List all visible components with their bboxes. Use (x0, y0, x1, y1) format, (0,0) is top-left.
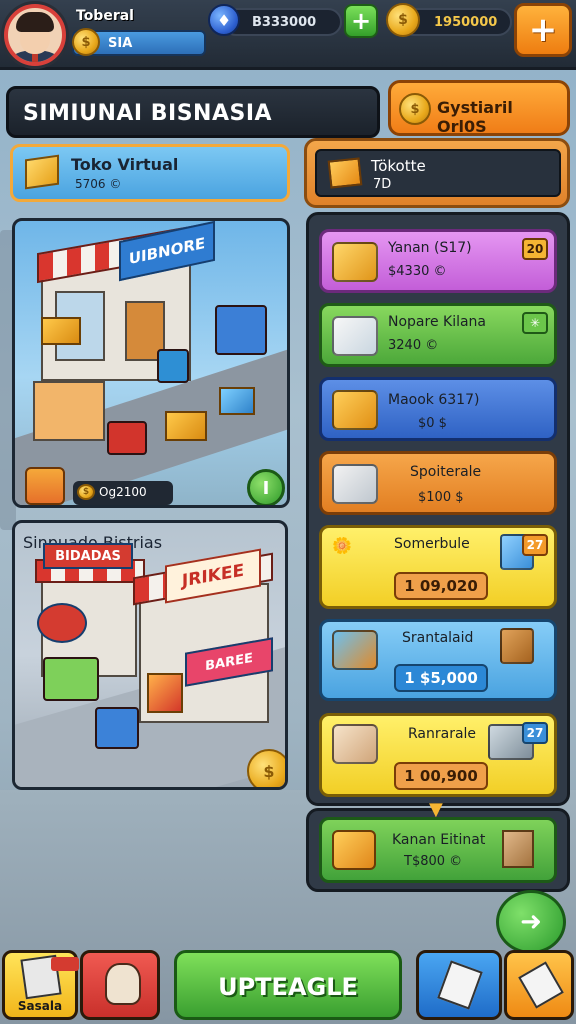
crate (41, 317, 81, 345)
item-name: Spoiterale (410, 464, 482, 480)
store-scene-2[interactable]: Sinpuado Bistrias BIDADAS JRIKEE BAREE $ (12, 520, 288, 790)
item-price: $4330 © (388, 264, 447, 279)
display-stand (157, 349, 189, 383)
scene-tag-value: Og2100 (99, 485, 147, 499)
item-badge: 27 (522, 722, 548, 744)
small-kiosk (33, 381, 105, 441)
item-name: Somerbule (394, 536, 470, 552)
nav-character-button[interactable] (80, 950, 160, 1020)
item-name: Ranrarale (408, 726, 477, 742)
shop-sign: BIDADAS (43, 543, 133, 569)
nav-tools-button[interactable] (416, 950, 502, 1020)
item-price: 1 09,020 (394, 572, 488, 600)
scene-round-button[interactable]: I (247, 469, 285, 505)
list-item[interactable]: Srantalaid 1 $5,000 (319, 619, 557, 701)
list-item[interactable]: 🌼 Somerbule 27 1 09,020 (319, 525, 557, 609)
gold-box-icon (25, 154, 59, 190)
item-badge: 20 (522, 238, 548, 260)
item-price: $100 $ (418, 490, 464, 505)
store-card-tokotte[interactable]: Tökotte 7D (304, 138, 570, 208)
level-value: SIA (108, 36, 133, 51)
level-coin-icon: $ (72, 28, 100, 56)
player-avatar[interactable] (4, 4, 66, 66)
blue-van (95, 707, 139, 749)
character-icon (105, 963, 141, 1005)
arrow-down-icon: ▼ (429, 799, 443, 820)
player-name: Toberal (76, 8, 134, 24)
coin-icon: $ (77, 484, 95, 500)
green-van (43, 657, 99, 701)
item-list-panel: Yanan (S17) $4330 © 20 Nopare Kilana 324… (306, 212, 570, 806)
barrel (147, 673, 183, 713)
bag-icon (502, 830, 534, 868)
list-item[interactable]: Maook 6317) $0 $ (319, 377, 557, 441)
item-price: 1 $5,000 (394, 664, 488, 692)
list-item[interactable]: Ranrarale 27 1 00,900 (319, 713, 557, 797)
item-price: $0 $ (418, 416, 447, 431)
game-title: SIMIUNAI BISNASIA (23, 101, 273, 126)
gem-icon: ♦ (208, 4, 240, 36)
item-price: 1 00,900 (394, 762, 488, 790)
upgrade-button[interactable]: UPTEAGLE (174, 950, 402, 1020)
coins-value: 1950000 (434, 15, 498, 30)
gems-value: B333000 (252, 15, 317, 30)
tool-icon (332, 630, 378, 670)
paper-icon (437, 960, 483, 1010)
coin-icon[interactable]: $ (247, 749, 285, 787)
list-item[interactable]: Nopare Kilana 3240 © ✳ (319, 303, 557, 367)
item-badge: 27 (522, 534, 548, 556)
box-icon (332, 242, 378, 282)
item-name: Nopare Kilana (388, 314, 487, 330)
package-icon (332, 316, 378, 356)
item-name: Kanan Eitinat (392, 832, 486, 848)
store-name: Toko Virtual (71, 155, 179, 174)
share-button[interactable]: ➜ (496, 890, 566, 954)
nav-label: Sasala (17, 999, 63, 1013)
gift-icon[interactable] (25, 467, 65, 505)
nav-build-button[interactable] (504, 950, 574, 1020)
shop-icon (332, 724, 378, 764)
bottom-item-card[interactable]: ▼ Kanan Eitinat T$800 © (306, 799, 570, 892)
nav-sasala-button[interactable]: Sasala (2, 950, 79, 1020)
store-name: Tökotte (371, 157, 426, 175)
red-van (107, 421, 147, 455)
bottom-nav: Sasala UPTEAGLE (0, 948, 576, 1024)
list-item[interactable]: Yanan (S17) $4330 © 20 (319, 229, 557, 293)
gems-counter: B333000 (222, 8, 342, 36)
gold-box-icon (332, 390, 378, 430)
coin-icon: $ (399, 93, 431, 125)
orange-action-label: Gystiaril Orl0S (437, 98, 513, 136)
crate (219, 387, 255, 415)
upgrade-label: UPTEAGLE (218, 973, 358, 1001)
store-subtext: 7D (373, 177, 392, 192)
item-name: Srantalaid (402, 630, 474, 646)
store-subtext: 5706 © (75, 177, 122, 191)
item-badge: ✳ (522, 312, 548, 334)
flower-icon: 🌼 (332, 536, 352, 555)
box-icon (327, 157, 363, 189)
crate (165, 411, 207, 441)
top-bar: Toberal SIA $ B333000 ♦ + 1950000 $ + (0, 0, 576, 70)
add-coins-button[interactable]: + (514, 3, 572, 57)
shop-icon (332, 830, 376, 870)
cabinet-icon (500, 628, 534, 664)
coin-icon: $ (386, 3, 420, 37)
gear-icon (332, 464, 378, 504)
list-item[interactable]: Spoiterale $100 $ (319, 451, 557, 515)
item-name: Yanan (S17) (388, 240, 472, 256)
game-title-banner: SIMIUNAI BISNASIA (6, 86, 380, 138)
badge-icon (51, 957, 79, 971)
item-price: T$800 © (404, 854, 463, 869)
item-name: Maook 6317) (388, 392, 480, 408)
add-gems-button[interactable]: + (344, 4, 378, 38)
store-card-virtual[interactable]: Toko Virtual 5706 © (10, 144, 290, 202)
orange-action-button[interactable]: $ Gystiaril Orl0S (388, 80, 570, 136)
item-price: 3240 © (388, 338, 439, 353)
hammer-icon (518, 961, 564, 1009)
scene-tag: $ Og2100 (73, 481, 173, 505)
store-scene-1[interactable]: UIBNORE $ Og2100 I (12, 218, 290, 508)
vending-machine (215, 305, 267, 355)
round-sign (37, 603, 87, 643)
